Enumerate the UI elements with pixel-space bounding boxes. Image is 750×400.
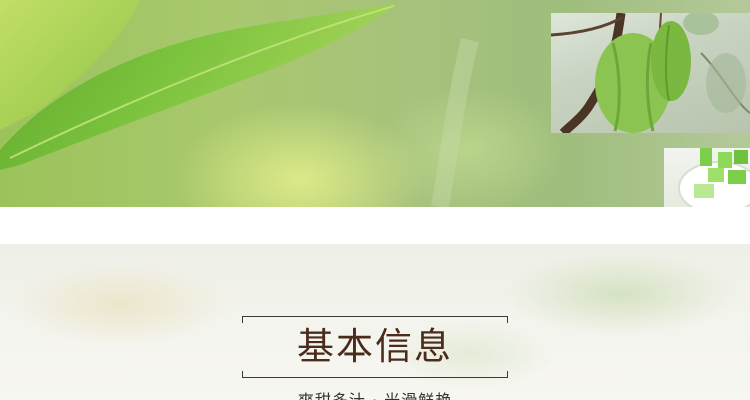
carambola-drink-photo	[664, 148, 750, 207]
frame-tick	[242, 316, 243, 323]
section-subtitle: 爽甜多汁 · 光滑鲜艳	[0, 391, 750, 400]
frame-bottom-line	[242, 377, 508, 378]
hero-banner	[0, 0, 750, 207]
frame-top-line	[242, 316, 508, 317]
basic-info-section: 基本信息 爽甜多汁 · 光滑鲜艳	[0, 244, 750, 400]
leaf-image	[0, 0, 479, 207]
frame-tick	[507, 316, 508, 323]
title-frame: 基本信息	[242, 316, 508, 378]
section-title: 基本信息	[297, 325, 453, 368]
carambola-tree-photo	[551, 13, 750, 133]
